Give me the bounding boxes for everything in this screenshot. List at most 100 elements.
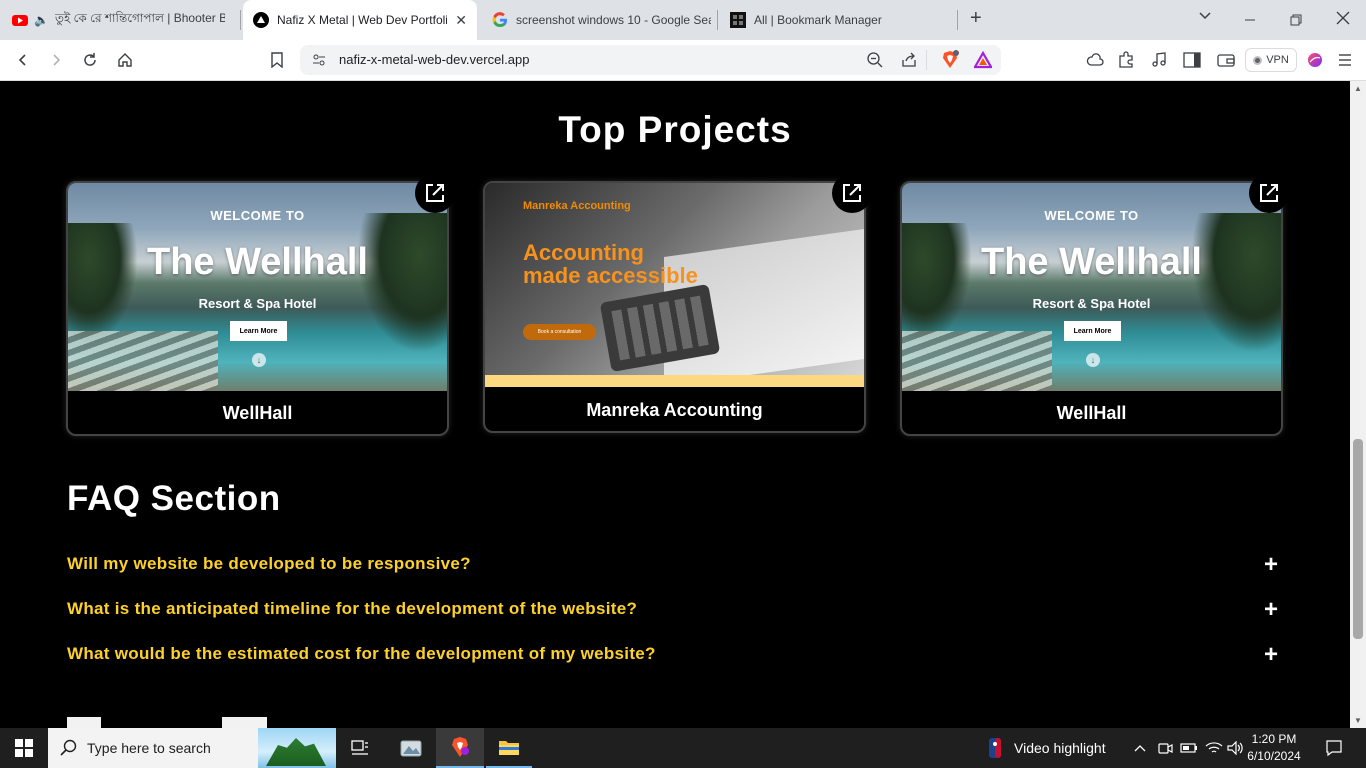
nba-icon[interactable]: [985, 728, 1005, 768]
brave-taskbar-icon[interactable]: [436, 728, 484, 768]
scroll-down-icon: ↓: [252, 353, 266, 367]
speaker-icon[interactable]: 🔈: [34, 13, 49, 27]
bookmark-manager-icon: [730, 12, 746, 28]
tab-divider: [240, 10, 241, 30]
task-view-icon[interactable]: [342, 728, 378, 768]
external-link-icon[interactable]: [1249, 173, 1289, 213]
taskbar-search-box[interactable]: Type here to search: [48, 728, 336, 768]
windows-taskbar: Type here to search Video highlight 1:20…: [0, 728, 1366, 768]
forward-icon[interactable]: [46, 50, 66, 70]
vpn-button[interactable]: VPN: [1245, 48, 1297, 72]
tab-google[interactable]: screenshot windows 10 - Google Search: [492, 0, 712, 40]
expand-plus-icon[interactable]: +: [1264, 551, 1278, 579]
shot-title: The Wellhall: [980, 241, 1202, 283]
search-icon: [60, 739, 78, 762]
tab-title: screenshot windows 10 - Google Search: [516, 13, 711, 27]
menu-icon[interactable]: [1335, 50, 1355, 70]
wallet-icon[interactable]: [1216, 50, 1236, 70]
zoom-out-icon[interactable]: [866, 51, 884, 74]
volume-icon[interactable]: [1226, 728, 1246, 768]
media-icon[interactable]: [1149, 50, 1169, 70]
shot-accent-bar: [485, 375, 864, 387]
tab-portfolio[interactable]: Nafiz X Metal | Web Dev Portfolio ✕: [243, 0, 477, 40]
restore-icon[interactable]: [1290, 13, 1302, 31]
faq-question[interactable]: Will my website be developed to be respo…: [67, 554, 471, 574]
leo-ai-icon[interactable]: [1305, 50, 1325, 70]
external-link-icon[interactable]: [832, 173, 872, 213]
extensions-icon[interactable]: [1116, 50, 1136, 70]
tab-divider: [717, 10, 718, 30]
page-scrollbar[interactable]: ▲ ▼: [1350, 81, 1366, 728]
reload-icon[interactable]: [80, 50, 100, 70]
faq-item[interactable]: Will my website be developed to be respo…: [67, 551, 1283, 580]
notifications-icon[interactable]: [1318, 728, 1350, 768]
windows-start-icon[interactable]: [0, 728, 48, 768]
new-tab-icon[interactable]: +: [970, 7, 982, 30]
shot-subtitle: Resort & Spa Hotel: [198, 296, 317, 311]
shot-headline-line: Accounting: [523, 240, 644, 265]
tab-youtube[interactable]: 🔈 তুই কে রে শান্তিগোপাল | Bhooter Bhobis…: [12, 0, 237, 40]
wifi-icon[interactable]: [1204, 728, 1224, 768]
faq-item[interactable]: What would be the estimated cost for the…: [67, 641, 1283, 670]
battery-icon[interactable]: [1180, 728, 1198, 768]
project-card-manreka[interactable]: Manreka Accounting Accounting made acces…: [483, 173, 872, 433]
tab-title: তুই কে রে শান্তিগোপাল | Bhooter Bhobishy…: [54, 11, 225, 25]
shot-learn-more-button: Learn More: [1064, 321, 1121, 341]
site-settings-icon[interactable]: [311, 52, 327, 73]
search-placeholder: Type here to search: [87, 740, 211, 756]
faq-question[interactable]: What would be the estimated cost for the…: [67, 644, 656, 664]
shot-subtitle: Resort & Spa Hotel: [1032, 296, 1151, 311]
project-card-wellhall[interactable]: WELCOME TO The Wellhall Resort & Spa Hot…: [900, 173, 1289, 436]
youtube-icon: [12, 15, 28, 26]
close-tab-icon[interactable]: ✕: [455, 12, 467, 29]
taskbar-clock[interactable]: 1:20 PM 6/10/2024: [1245, 731, 1303, 765]
vercel-icon: [253, 12, 269, 28]
back-icon[interactable]: [13, 50, 33, 70]
close-window-icon[interactable]: [1336, 11, 1350, 30]
next-section-heading-clipped: [67, 713, 287, 728]
widget-text[interactable]: Video highlight: [1014, 740, 1106, 756]
tray-chevron-icon[interactable]: [1132, 728, 1148, 768]
photos-app-icon[interactable]: [390, 728, 432, 768]
scroll-down-arrow-icon[interactable]: ▼: [1354, 716, 1362, 725]
clock-time: 1:20 PM: [1251, 732, 1297, 746]
web-page: Top Projects WELCOME TO The Wellhall Res…: [0, 81, 1350, 728]
shot-brand: Manreka Accounting: [523, 200, 631, 212]
tab-bookmarks[interactable]: All | Bookmark Manager: [730, 0, 955, 40]
lounger-graphic: [68, 331, 218, 391]
scroll-up-arrow-icon[interactable]: ▲: [1354, 84, 1362, 93]
tab-search-chevron-icon[interactable]: [1198, 9, 1212, 28]
project-name: WellHall: [1056, 403, 1127, 423]
bookmark-icon[interactable]: [267, 50, 287, 70]
omnibox-divider: [926, 50, 927, 70]
project-name: WellHall: [222, 403, 293, 423]
home-icon[interactable]: [115, 50, 135, 70]
expand-plus-icon[interactable]: +: [1264, 641, 1278, 669]
external-link-icon[interactable]: [415, 173, 455, 213]
scroll-down-icon: ↓: [1086, 353, 1100, 367]
faq-question[interactable]: What is the anticipated timeline for the…: [67, 599, 637, 619]
project-card-wellhall[interactable]: WELCOME TO The Wellhall Resort & Spa Hot…: [66, 173, 455, 436]
tab-title: Nafiz X Metal | Web Dev Portfolio: [277, 13, 447, 27]
faq-item[interactable]: What is the anticipated timeline for the…: [67, 596, 1283, 625]
brave-rewards-icon[interactable]: [973, 50, 993, 74]
minimize-icon[interactable]: [1244, 10, 1256, 29]
shot-kicker: WELCOME TO: [210, 208, 305, 223]
brave-shields-icon[interactable]: [940, 50, 960, 75]
clock-date: 6/10/2024: [1247, 749, 1301, 763]
sync-icon[interactable]: [1085, 50, 1105, 70]
meet-now-icon[interactable]: [1156, 728, 1174, 768]
vpn-label: VPN: [1266, 54, 1289, 66]
tab-title: All | Bookmark Manager: [754, 13, 882, 27]
tab-divider: [957, 10, 958, 30]
shot-consultation-button: Book a consultation: [523, 324, 596, 340]
scrollbar-thumb[interactable]: [1353, 439, 1363, 639]
shot-headline-line: made accessible: [523, 263, 698, 288]
address-bar[interactable]: nafiz-x-metal-web-dev.vercel.app: [300, 45, 1001, 75]
sidebar-icon[interactable]: [1182, 50, 1202, 70]
search-highlight-image: [258, 728, 336, 768]
vpn-status-icon: [1253, 55, 1263, 65]
share-icon[interactable]: [900, 51, 918, 74]
expand-plus-icon[interactable]: +: [1264, 596, 1278, 624]
file-explorer-icon[interactable]: [486, 728, 532, 768]
